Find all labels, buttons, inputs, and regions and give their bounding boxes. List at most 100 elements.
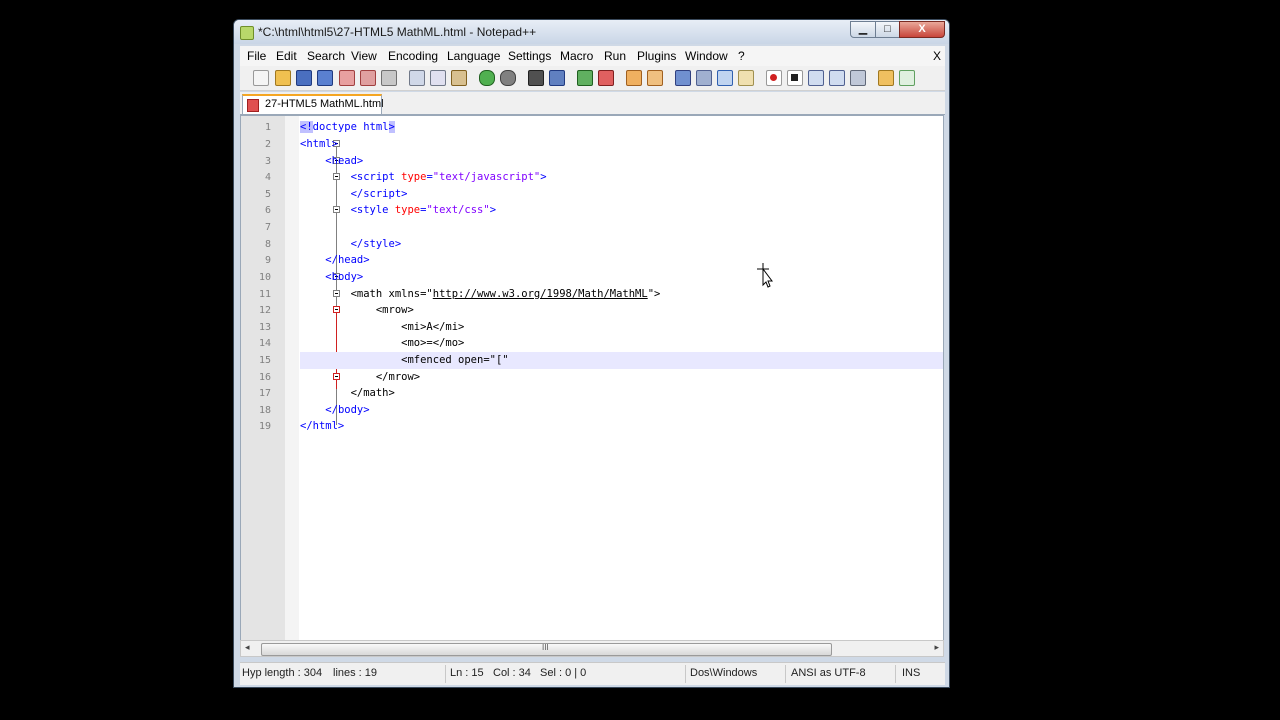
maximize-button[interactable]: □	[875, 21, 900, 38]
status-eol: Dos\Windows	[690, 667, 758, 679]
line-number: 8	[264, 239, 271, 250]
sync-horizontal-icon[interactable]	[647, 70, 663, 86]
line-number: 16	[258, 372, 271, 383]
line-number: 2	[264, 139, 271, 150]
redo-icon[interactable]	[500, 70, 516, 86]
code-line: </body>	[325, 404, 370, 416]
line-number: 9	[264, 255, 271, 266]
fold-margin	[285, 116, 340, 640]
zoom-out-icon[interactable]	[598, 70, 614, 86]
cut-icon[interactable]	[409, 70, 425, 86]
run-macro-multiple-icon[interactable]	[829, 70, 845, 86]
status-encoding: ANSI as UTF-8	[791, 667, 866, 679]
save-all-icon[interactable]	[317, 70, 333, 86]
zoom-in-icon[interactable]	[577, 70, 593, 86]
language-icon[interactable]	[738, 70, 754, 86]
mouse-cursor-icon	[757, 263, 773, 288]
line-number: 14	[258, 338, 271, 349]
line-number: 4	[264, 172, 271, 183]
menu-view[interactable]: View	[351, 49, 377, 63]
status-sel: Sel : 0 | 0	[540, 667, 587, 679]
plugin-icon[interactable]	[878, 70, 894, 86]
record-macro-icon[interactable]	[766, 70, 782, 86]
menu-language[interactable]: Language	[447, 49, 500, 63]
menu-bar: File Edit Search View Encoding Language …	[240, 46, 945, 66]
open-file-icon[interactable]	[275, 70, 291, 86]
status-separator	[785, 665, 786, 683]
code-line: <math xmlns="http://www.w3.org/1998/Math…	[300, 288, 661, 300]
status-col: Col : 34	[493, 667, 531, 679]
code-line: </script>	[350, 188, 408, 200]
undo-icon[interactable]	[479, 70, 495, 86]
menu-edit[interactable]: Edit	[276, 49, 297, 63]
tab-27-html5-mathml[interactable]: 27-HTML5 MathML.html	[242, 94, 384, 114]
new-file-icon[interactable]	[253, 70, 269, 86]
menu-file[interactable]: File	[247, 49, 266, 63]
line-number: 13	[258, 322, 271, 333]
status-lines: lines : 19	[333, 667, 378, 679]
code-line: </html>	[300, 420, 345, 432]
menu-encoding[interactable]: Encoding	[388, 49, 438, 63]
copy-icon[interactable]	[430, 70, 446, 86]
code-line: <html>	[300, 138, 338, 150]
line-number: 11	[258, 289, 271, 300]
menu-help[interactable]: ?	[738, 49, 745, 63]
status-length: Hyp length : 304	[242, 667, 323, 679]
code-line: <mi>A</mi>	[300, 321, 465, 333]
code-line: <!doctype html>	[300, 121, 395, 133]
minimize-button[interactable]: ▁	[850, 21, 876, 38]
tab-label: 27-HTML5 MathML.html	[265, 98, 384, 110]
scrollbar-grip-icon: III	[542, 643, 549, 652]
line-number: 3	[264, 156, 271, 167]
print-icon[interactable]	[381, 70, 397, 86]
code-line: <script type="text/javascript">	[350, 171, 547, 183]
status-mode: INS	[902, 667, 921, 679]
code-editor[interactable]: 1 2 3 4 5 6 7 8 9 10 11 12 13 14 15 16 1…	[240, 115, 944, 641]
code-line: <mo>=</mo>	[300, 337, 465, 349]
play-macro-icon[interactable]	[808, 70, 824, 86]
menu-settings[interactable]: Settings	[508, 49, 551, 63]
save-macro-icon[interactable]	[850, 70, 866, 86]
replace-icon[interactable]	[549, 70, 565, 86]
notepad-window: *C:\html\html5\27-HTML5 MathML.html - No…	[233, 19, 950, 688]
code-line: <head>	[325, 155, 364, 167]
sync-vertical-icon[interactable]	[626, 70, 642, 86]
close-file-icon[interactable]	[339, 70, 355, 86]
line-number: 12	[258, 305, 271, 316]
toolbar	[240, 66, 945, 91]
tab-bar: 27-HTML5 MathML.html	[240, 92, 945, 115]
code-line: </style>	[350, 238, 402, 250]
save-icon[interactable]	[296, 70, 312, 86]
status-separator	[685, 665, 686, 683]
scrollbar-thumb[interactable]: III	[261, 643, 832, 656]
code-line: <style type="text/css">	[350, 204, 497, 216]
line-number: 6	[264, 205, 271, 216]
close-button[interactable]: X	[899, 21, 945, 38]
paste-icon[interactable]	[451, 70, 467, 86]
menu-macro[interactable]: Macro	[560, 49, 593, 63]
scroll-left-icon[interactable]: ◂	[245, 642, 250, 653]
find-icon[interactable]	[528, 70, 544, 86]
scroll-right-icon[interactable]: ▸	[934, 642, 939, 653]
horizontal-scrollbar[interactable]: ◂ III ▸	[240, 640, 944, 657]
window-title: *C:\html\html5\27-HTML5 MathML.html - No…	[258, 25, 537, 39]
indent-guide-icon[interactable]	[717, 70, 733, 86]
notepadpp-icon	[240, 26, 254, 40]
line-number-gutter: 1 2 3 4 5 6 7 8 9 10 11 12 13 14 15 16 1…	[241, 116, 285, 640]
word-wrap-icon[interactable]	[675, 70, 691, 86]
line-number: 7	[264, 222, 271, 233]
status-bar: Hyp length : 304 lines : 19 Ln : 15 Col …	[240, 662, 945, 685]
code-line: </math>	[300, 387, 395, 399]
menu-window[interactable]: Window	[685, 49, 728, 63]
close-all-icon[interactable]	[360, 70, 376, 86]
show-all-chars-icon[interactable]	[696, 70, 712, 86]
line-number: 17	[258, 388, 271, 399]
close-document-button[interactable]: X	[933, 49, 941, 63]
code-line: </mrow>	[300, 371, 421, 383]
menu-plugins[interactable]: Plugins	[637, 49, 676, 63]
spell-check-icon[interactable]	[899, 70, 915, 86]
menu-run[interactable]: Run	[604, 49, 626, 63]
stop-macro-icon[interactable]	[787, 70, 803, 86]
menu-search[interactable]: Search	[307, 49, 345, 63]
